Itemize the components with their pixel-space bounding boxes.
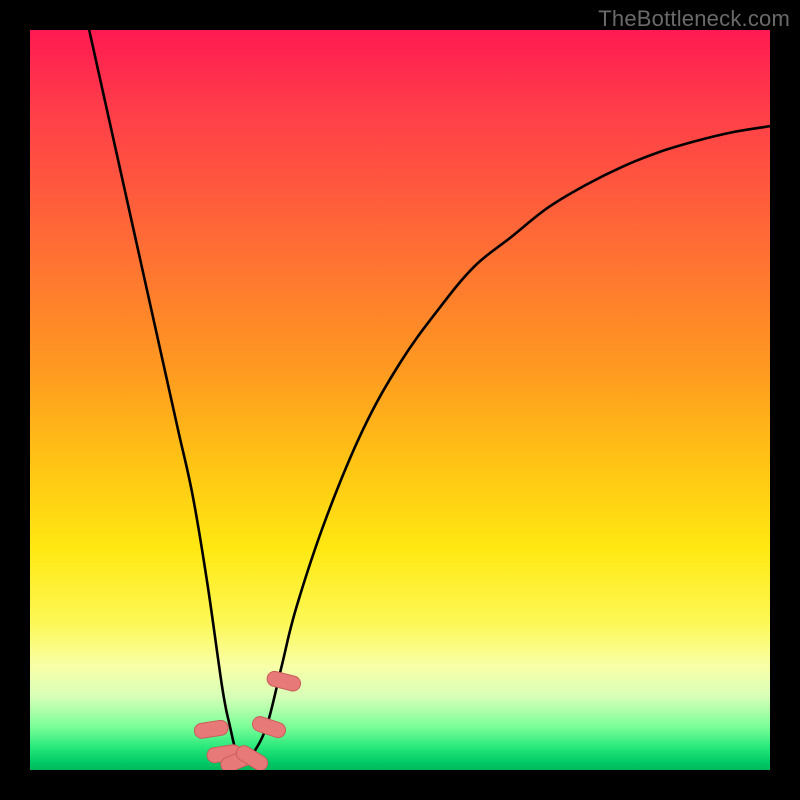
bottleneck-curve-svg	[30, 30, 770, 770]
curve-marker	[266, 670, 303, 693]
curve-markers	[193, 670, 302, 770]
chart-frame: TheBottleneck.com	[0, 0, 800, 800]
watermark-text: TheBottleneck.com	[598, 6, 790, 32]
plot-area	[30, 30, 770, 770]
curve-marker	[193, 719, 229, 739]
bottleneck-curve	[89, 30, 770, 763]
